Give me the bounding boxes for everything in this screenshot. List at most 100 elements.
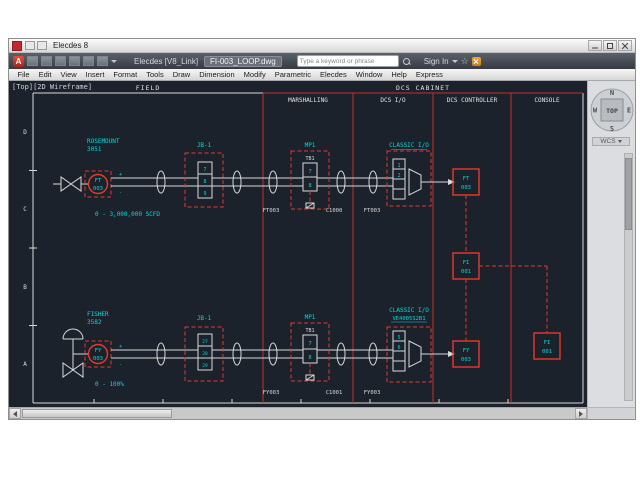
loop1-dcs-block[interactable]: FT 003	[453, 169, 479, 195]
menu-modify[interactable]: Modify	[239, 70, 270, 79]
search-icon[interactable]	[402, 57, 411, 66]
controller-tag-num: 001	[461, 269, 471, 275]
app-logo-icon	[12, 41, 22, 51]
search-input[interactable]	[297, 55, 399, 67]
acad-title-bar: A Elecdes [V8_Link] FI-003_LOOP.dwg Sign…	[9, 53, 635, 69]
drawing-canvas[interactable]: [Top][2D Wireframe]	[9, 81, 587, 407]
controller-tag-top: FI	[463, 260, 470, 266]
loop1-io-term2: 2	[397, 173, 400, 179]
loop1-wiring: + - FT003 C1000 FT003	[111, 171, 393, 214]
qat-open-icon[interactable]	[41, 56, 52, 66]
acad-menu-button[interactable]: A	[13, 56, 24, 67]
menu-elecdes[interactable]: Elecdes	[316, 70, 352, 79]
menu-format[interactable]: Format	[109, 70, 142, 79]
viewcube[interactable]: TOP N W E S	[588, 83, 636, 137]
loop1-dcs-tag-top: FT	[463, 176, 470, 182]
tool-icon	[37, 41, 47, 50]
favorites-star-icon[interactable]: ☆	[461, 57, 469, 66]
qat-undo-icon[interactable]	[83, 56, 94, 66]
loop1-junction-box[interactable]: JB-1 7 8 9	[185, 142, 223, 207]
loop2-jb-term2: 28	[202, 351, 208, 357]
loop1-tag-top: FT	[95, 178, 102, 184]
loop2-wiring: + - FY003 C1001 FY003	[111, 343, 393, 396]
loop1-minus-mark: -	[119, 190, 122, 196]
scroll-left-arrow[interactable]	[9, 408, 21, 419]
console-block[interactable]: FI 001	[534, 333, 560, 359]
loop1-range-label: 0 - 3,000,000 SCFD	[95, 211, 160, 218]
loop2-dcs-block[interactable]: FY 003	[453, 341, 479, 367]
loop1-marshalling-panel[interactable]: MP1 TB1 7 8	[291, 142, 329, 209]
menu-view[interactable]: View	[56, 70, 81, 79]
exchange-apps-icon[interactable]	[472, 57, 481, 66]
loop1-cable3-label: FT003	[364, 208, 381, 214]
os-title-bar[interactable]: Elecdes 8	[9, 39, 635, 53]
loop1-io-term1: 1	[397, 163, 400, 169]
loop2-junction-box[interactable]: JB-1 27 28 29	[185, 315, 223, 381]
menu-tools[interactable]: Tools	[142, 70, 169, 79]
os-window-title: Elecdes 8	[53, 41, 88, 50]
wcs-dropdown[interactable]: WCS	[592, 137, 630, 146]
loop1-jb-label: JB-1	[197, 142, 212, 149]
vertical-scrollbar[interactable]	[624, 153, 633, 401]
app-title: Elecdes [V8_Link]	[134, 57, 198, 66]
controller-block[interactable]: FI 001	[453, 253, 479, 279]
grid-row-a: A	[23, 361, 27, 368]
loop1-jb-term1: 7	[203, 167, 206, 173]
qat-redo-icon[interactable]	[97, 56, 108, 66]
menu-draw[interactable]: Draw	[168, 70, 195, 79]
qat-dropdown-icon[interactable]	[111, 60, 117, 63]
viewcube-north[interactable]: N	[610, 89, 614, 97]
menu-insert[interactable]: Insert	[81, 70, 109, 79]
console-tag-num: 001	[542, 349, 552, 355]
menu-parametric[interactable]: Parametric	[270, 70, 315, 79]
menu-bar: File Edit View Insert Format Tools Draw …	[9, 69, 635, 81]
menu-edit[interactable]: Edit	[34, 70, 56, 79]
maximize-button[interactable]	[603, 40, 617, 51]
loop2-cable3-label: FY003	[364, 390, 381, 396]
minimize-button[interactable]	[588, 40, 602, 51]
loop2-io-card[interactable]: CLASSIC I/O VE4005S2B1 5 6	[387, 307, 455, 382]
horizontal-scroll-thumb[interactable]	[22, 409, 172, 418]
vertical-scroll-thumb[interactable]	[625, 158, 632, 230]
loop1-dcs-tag-num: 003	[461, 185, 471, 191]
loop2-io-label: CLASSIC I/O	[389, 307, 429, 314]
menu-dimension[interactable]: Dimension	[195, 70, 239, 79]
right-panel: TOP N W E S WCS	[587, 81, 635, 407]
viewcube-south[interactable]: S	[610, 125, 614, 133]
menu-express[interactable]: Express	[411, 70, 447, 79]
qat-new-icon[interactable]	[27, 56, 38, 66]
dcs-controller-header: DCS CONTROLLER	[447, 97, 498, 104]
document-name: FI-003_LOOP.dwg	[204, 56, 282, 67]
loop2-marshalling-panel[interactable]: MP1 TB1 7 8	[291, 314, 329, 381]
loop1-io-label: CLASSIC I/O	[389, 142, 429, 149]
horizontal-scrollbar[interactable]	[9, 407, 587, 419]
viewport-control-label[interactable]: [Top][2D Wireframe]	[12, 83, 92, 91]
menu-file[interactable]: File	[13, 70, 34, 79]
marshalling-header: MARSHALLING	[288, 97, 328, 104]
loop1-io-card[interactable]: CLASSIC I/O 1 2	[387, 142, 455, 206]
qat-plot-icon[interactable]	[69, 56, 80, 66]
menu-window[interactable]: Window	[351, 70, 387, 79]
console-tag-top: FI	[544, 340, 551, 346]
viewcube-top-face[interactable]: TOP	[606, 107, 618, 115]
sign-in-caret-icon[interactable]	[452, 60, 458, 63]
loop2-tb-term2: 8	[308, 355, 311, 361]
loop2-tag-top: FY	[95, 348, 102, 354]
scroll-right-arrow[interactable]	[575, 408, 587, 419]
desktop: Elecdes 8 A Elecdes [V8_Link] FI-003_LOO…	[0, 0, 640, 480]
loop1-tb-label: TB1	[305, 156, 314, 162]
loop2-model-label: 3582	[87, 319, 102, 326]
loop2-jb-term1: 27	[202, 339, 208, 345]
sign-in-button[interactable]: Sign In	[424, 57, 449, 66]
bottom-bar	[9, 407, 635, 419]
viewcube-east[interactable]: E	[627, 107, 631, 115]
close-button[interactable]	[618, 40, 632, 51]
dcs-soft-links	[466, 195, 547, 341]
loop2-io-term2: 6	[397, 345, 400, 351]
menu-help[interactable]: Help	[387, 70, 411, 79]
wcs-label: WCS	[600, 138, 615, 145]
loop1-maker-label: ROSEMOUNT	[87, 138, 120, 145]
column-headers: FIELD DCS CABINET MARSHALLING DCS I/O DC…	[136, 84, 560, 104]
scrollbar-corner	[587, 407, 635, 419]
qat-save-icon[interactable]	[55, 56, 66, 66]
